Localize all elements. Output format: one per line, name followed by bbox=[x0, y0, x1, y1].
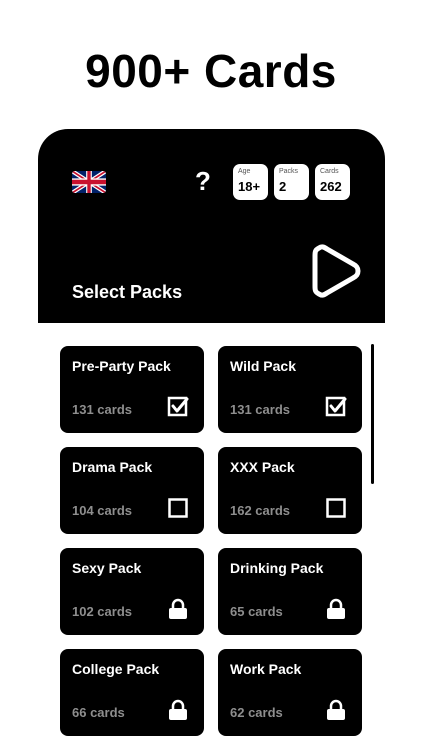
app-header: ? Age 18+ Packs 2 Cards 262 Select Packs bbox=[38, 129, 385, 323]
pack-name: Drama Pack bbox=[72, 459, 153, 475]
pack-card-sexy[interactable]: Sexy Pack 102 cards bbox=[60, 548, 204, 635]
uk-flag-icon[interactable] bbox=[72, 171, 106, 193]
lock-icon[interactable] bbox=[325, 699, 347, 721]
packs-badge-label: Packs bbox=[279, 168, 299, 175]
age-badge-label: Age bbox=[238, 168, 251, 175]
pack-card-drinking[interactable]: Drinking Pack 65 cards bbox=[218, 548, 362, 635]
cards-badge-label: Cards bbox=[320, 168, 339, 175]
pack-card-drama[interactable]: Drama Pack 104 cards bbox=[60, 447, 204, 534]
headline: 900+ Cards bbox=[85, 45, 337, 97]
pack-card-xxx[interactable]: XXX Pack 162 cards bbox=[218, 447, 362, 534]
pack-name: Sexy Pack bbox=[72, 560, 142, 576]
pack-card-wild[interactable]: Wild Pack 131 cards bbox=[218, 346, 362, 433]
play-icon[interactable] bbox=[309, 242, 363, 300]
pack-count: 65 cards bbox=[230, 604, 283, 619]
age-badge: Age 18+ bbox=[233, 164, 268, 200]
scrollbar[interactable] bbox=[371, 344, 374, 484]
pack-count: 162 cards bbox=[230, 503, 290, 518]
help-button[interactable]: ? bbox=[192, 166, 214, 196]
phone-screen: ? Age 18+ Packs 2 Cards 262 Select Packs… bbox=[38, 129, 385, 750]
pack-card-college[interactable]: College Pack 66 cards bbox=[60, 649, 204, 736]
checkbox-empty-icon[interactable] bbox=[167, 497, 189, 519]
lock-icon[interactable] bbox=[325, 598, 347, 620]
cards-badge-value: 262 bbox=[320, 179, 342, 194]
checkbox-checked-icon[interactable] bbox=[325, 396, 347, 418]
packs-badge: Packs 2 bbox=[274, 164, 309, 200]
checkbox-empty-icon[interactable] bbox=[325, 497, 347, 519]
lock-icon[interactable] bbox=[167, 598, 189, 620]
age-badge-value: 18+ bbox=[238, 179, 261, 194]
pack-count: 62 cards bbox=[230, 705, 283, 720]
pack-name: Work Pack bbox=[230, 661, 302, 677]
pack-name: Pre-Party Pack bbox=[72, 358, 171, 374]
checkbox-checked-icon[interactable] bbox=[167, 396, 189, 418]
pack-name: Drinking Pack bbox=[230, 560, 324, 576]
pack-name: College Pack bbox=[72, 661, 160, 677]
lock-icon[interactable] bbox=[167, 699, 189, 721]
pack-count: 104 cards bbox=[72, 503, 132, 518]
packs-badge-value: 2 bbox=[279, 179, 287, 194]
pack-card-pre-party[interactable]: Pre-Party Pack 131 cards bbox=[60, 346, 204, 433]
pack-name: Wild Pack bbox=[230, 358, 297, 374]
pack-name: XXX Pack bbox=[230, 459, 295, 475]
pack-count: 131 cards bbox=[72, 402, 132, 417]
cards-badge: Cards 262 bbox=[315, 164, 350, 200]
pack-count: 102 cards bbox=[72, 604, 132, 619]
page-title: Select Packs bbox=[72, 282, 183, 302]
pack-count: 66 cards bbox=[72, 705, 125, 720]
pack-card-work[interactable]: Work Pack 62 cards bbox=[218, 649, 362, 736]
pack-count: 131 cards bbox=[230, 402, 290, 417]
